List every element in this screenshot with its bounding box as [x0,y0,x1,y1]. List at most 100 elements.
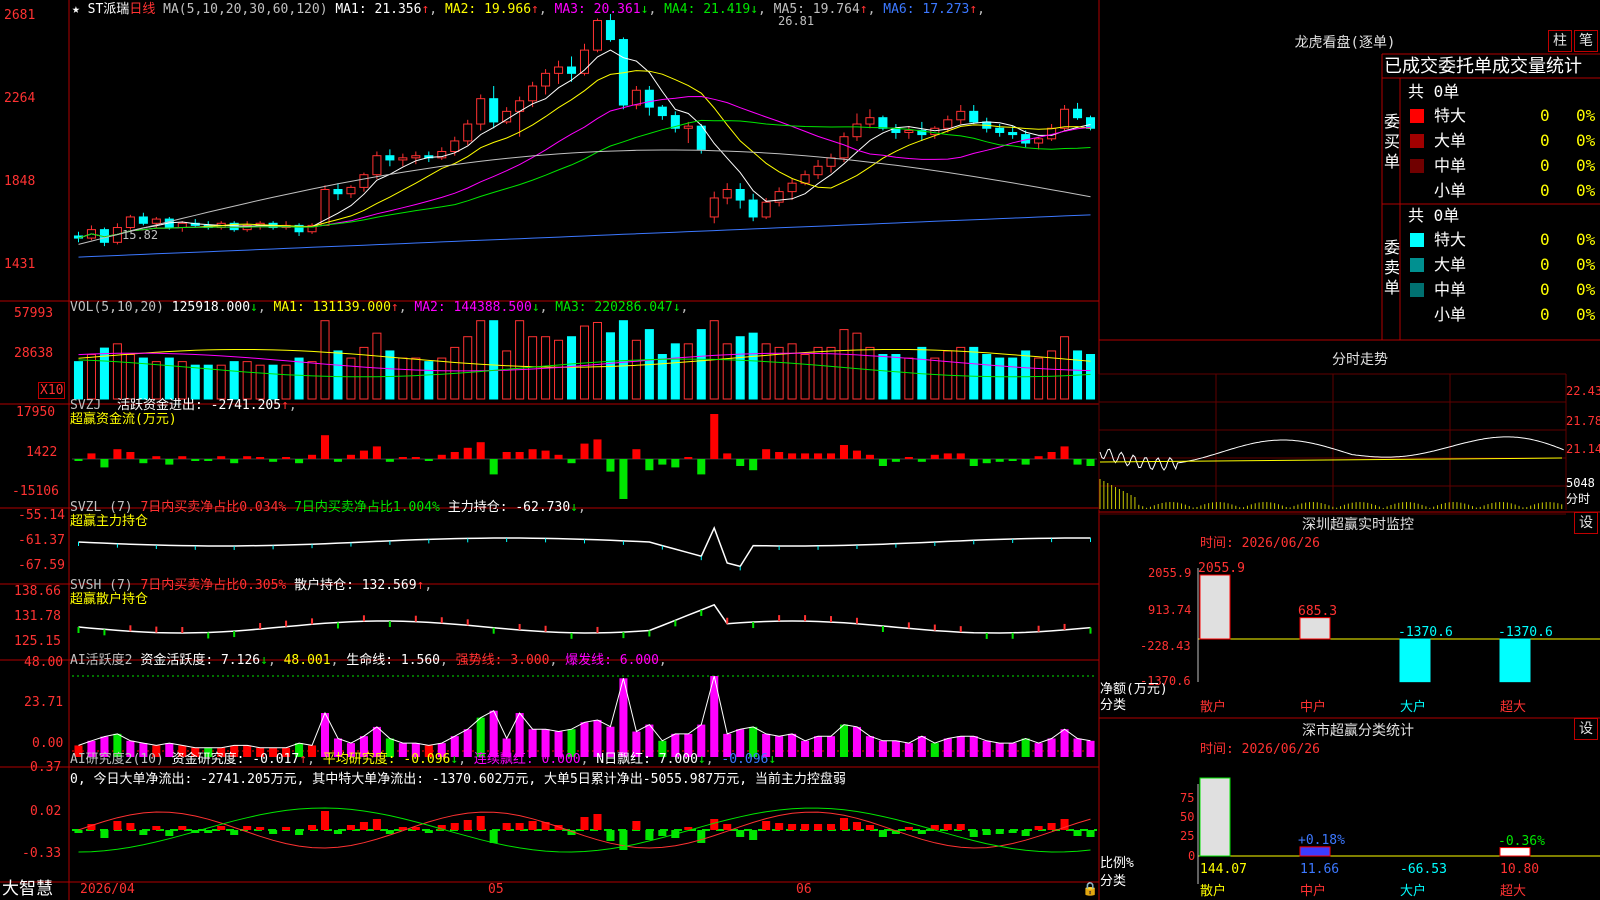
flow-bar [619,459,628,499]
ma-legend-item: MA2: 19.966 [444,2,532,17]
dragon-pct: 0% [1576,230,1596,249]
flow-bar [788,453,797,459]
ma-arrow: ↓ [750,2,759,17]
volume-bar [1008,357,1018,400]
candle-body [995,127,1005,133]
activity-bar [1021,738,1030,757]
research-bar [749,830,758,840]
dragon-header: 已成交委托单成交量统计 [1384,56,1582,77]
vol-ma-legend-item: MA1: 131139.000 [273,300,391,315]
flow-bar [385,459,394,462]
flow-bar [450,452,459,459]
activity-bar [1008,743,1017,757]
candle-body [1034,138,1044,144]
realtime-settings-button[interactable]: 设 [1574,512,1598,534]
x-tick-date: 05 [488,882,504,897]
volume-bar [398,357,408,400]
dragon-pct: 0% [1576,131,1596,150]
research-bar [943,824,952,830]
candle-body [592,20,602,51]
intraday-y-tick: 21.14 [1566,442,1600,456]
y-tick: -67.59 [18,558,65,573]
flow-bar [723,453,732,459]
research-bar [645,830,654,840]
category-value-label: -66.53 [1400,862,1447,877]
ma-arrow: ↑ [531,2,539,17]
candle-body [359,174,369,188]
volume-bar [255,364,265,400]
intraday-unit: 分时 [1566,492,1591,506]
period-label[interactable]: 日线 [129,2,155,17]
dragon-title: 龙虎看盘(逐单) [1294,35,1396,51]
volume-bar [294,357,304,400]
volume-bar [839,329,849,400]
svzl-p2: 7日内买卖净占比1.004% [294,500,440,515]
svzj-subtitle: 超赢资金流(万元) [70,412,177,427]
volume-bar [320,320,330,400]
ma-line [78,214,1091,258]
y-tick: 0.02 [30,804,62,819]
research-bar [982,830,991,835]
ma-line [78,149,1091,245]
flow-bar [359,450,368,459]
legend-swatch-icon [1410,258,1424,272]
dragon-name: 小单 [1434,305,1467,324]
research-bar [320,811,330,830]
ma-arrow: ↑ [859,2,868,17]
flow-bar [995,459,1004,462]
activity-bar [1034,743,1043,757]
trade-mode-button[interactable]: 笔 [1574,30,1598,52]
ma-legend-item: MA1: 21.356 [335,2,422,17]
volume-bar [333,350,343,400]
flow-bar [87,453,96,459]
flow-bar [1008,459,1017,461]
category-name-label: 大户 [1400,884,1427,899]
research-bar [762,821,771,830]
vol-legend: VOL(5,10,20) 125918.000↓, MA1: 131139.00… [70,300,689,315]
ai2-legend: AI活跃度2 资金活跃度: 7.126↓, 48.001, 生命线: 1.560… [70,653,667,668]
flow-bar [1073,459,1082,465]
candle-body [372,155,382,176]
research-bar [1008,830,1017,833]
volume-bar [281,364,291,400]
category-settings-button[interactable]: 设 [1574,718,1598,740]
star-icon[interactable]: ★ [72,2,88,17]
ma-params: MA(5,10,20,30,60,120) [163,2,328,17]
flow-bar [139,459,148,464]
research-bar [801,824,810,830]
ai2-p2: 48.001 [283,653,331,668]
flow-bar [1034,456,1043,459]
volume-bar [891,354,901,400]
volume-bar [722,343,732,400]
research-bar [152,826,161,830]
ma-arrow: ↓ [672,300,681,315]
bar-mode-button[interactable]: 柱 [1548,30,1572,52]
flow-bar [515,452,524,459]
research-bar [74,830,83,833]
research-bar [346,825,355,830]
volume-bar [657,354,667,400]
stock-name: ST派瑞 [87,2,130,17]
svsh-p2: 散户持仓: 132.569 [294,578,417,593]
candle-body [943,119,953,129]
volume-bar [826,346,836,400]
y-tick: 1431 [4,257,36,272]
flow-bar [762,449,771,459]
legend-swatch-icon [1410,283,1424,297]
candle-body [852,123,862,138]
flow-bar [256,457,265,459]
candle-body [904,129,914,133]
flow-bar [411,457,420,459]
flow-bar [749,459,758,471]
candle-body [541,72,551,87]
svzl-p3: 主力持仓: -62.730 [447,500,571,515]
volume-bar [956,346,966,400]
research-bar [593,814,602,830]
candle-body [878,117,888,129]
research-bar [515,823,524,830]
volume-bar [125,354,135,400]
candle-body [476,98,486,125]
svsh-subtitle: 超赢散户持仓 [70,592,149,607]
research-bar [969,830,978,837]
lock-icon[interactable]: 🔒 [1082,882,1098,897]
